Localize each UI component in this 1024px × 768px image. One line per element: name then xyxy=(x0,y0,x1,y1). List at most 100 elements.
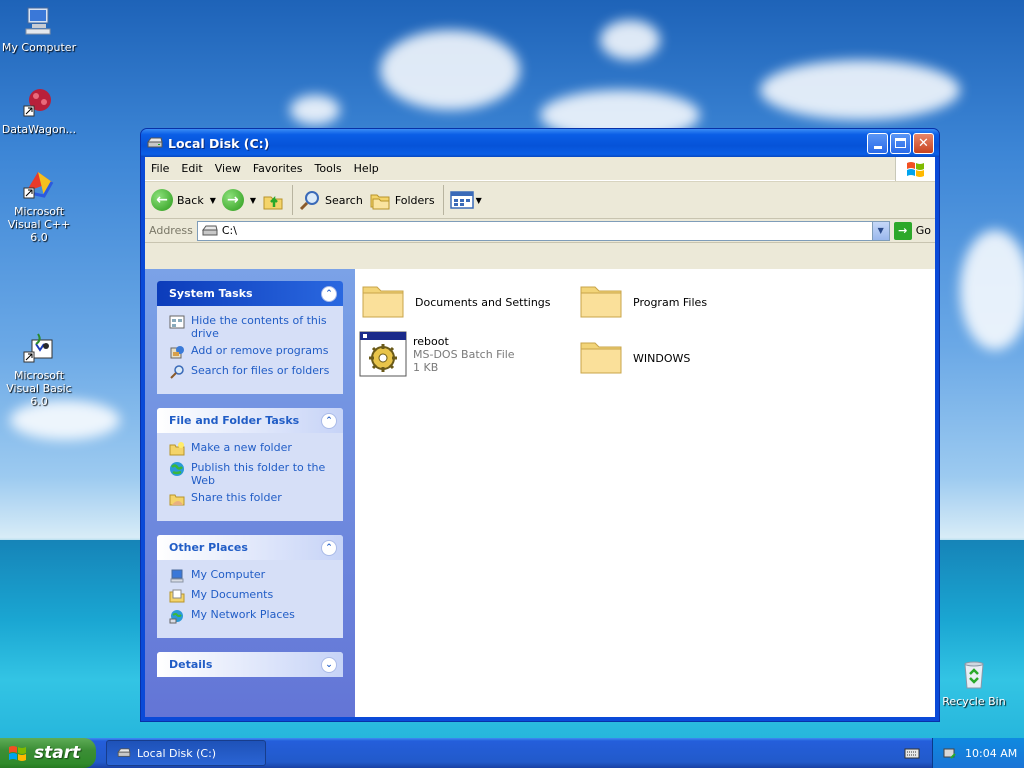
folder-icon xyxy=(361,279,409,325)
panel-title: System Tasks xyxy=(169,287,253,300)
go-label: Go xyxy=(915,224,931,237)
address-dropdown-button[interactable]: ▼ xyxy=(871,221,889,240)
title-bar[interactable]: Local Disk (C:) ✕ xyxy=(141,129,939,157)
search-button[interactable]: Search xyxy=(299,189,363,211)
new-folder-icon xyxy=(169,442,185,456)
other-places-panel: Other Places ⌃ My Computer My Documents xyxy=(157,535,343,638)
clock[interactable]: 10:04 AM xyxy=(965,747,1017,760)
chevron-down-icon[interactable]: ▼ xyxy=(476,196,482,205)
forward-button[interactable]: → ▼ xyxy=(221,189,256,211)
windows-flag-icon xyxy=(9,746,26,761)
collapse-icon[interactable]: ⌃ xyxy=(321,285,337,302)
panel-title: File and Folder Tasks xyxy=(169,414,300,427)
window-title: Local Disk (C:) xyxy=(168,135,270,151)
views-button[interactable]: ▼ xyxy=(449,190,482,210)
desktop-icon-recycle-bin[interactable]: Recycle Bin xyxy=(935,658,1013,708)
chevron-down-icon: ▼ xyxy=(877,226,884,235)
recycle-bin-icon xyxy=(957,658,991,692)
datawagon-icon xyxy=(22,86,56,120)
toolbar: ← Back ▼ → ▼ Search Folders ▼ xyxy=(145,181,935,219)
address-input[interactable]: C:\ ▼ xyxy=(196,220,890,241)
file-item-program-files[interactable]: Program Files xyxy=(579,279,707,325)
search-icon xyxy=(299,191,320,211)
place-my-documents[interactable]: My Documents xyxy=(169,588,335,604)
task-label: Add or remove programs xyxy=(191,344,329,357)
add-remove-programs-icon xyxy=(170,346,184,359)
keyboard-icon[interactable] xyxy=(904,746,920,760)
system-tasks-header[interactable]: System Tasks ⌃ xyxy=(157,281,343,306)
expand-icon[interactable]: ⌄ xyxy=(321,656,337,673)
task-search-files[interactable]: Search for files or folders xyxy=(169,364,335,380)
file-folder-tasks-header[interactable]: File and Folder Tasks ⌃ xyxy=(157,408,343,433)
other-places-header[interactable]: Other Places ⌃ xyxy=(157,535,343,560)
drive-icon xyxy=(117,748,131,757)
taskbar-button-label: Local Disk (C:) xyxy=(137,746,217,760)
windows-logo-icon xyxy=(895,157,935,181)
folder-up-icon xyxy=(263,195,283,210)
close-button[interactable]: ✕ xyxy=(913,132,934,154)
explorer-window: Local Disk (C:) ✕ File Edit View Favorit… xyxy=(140,128,940,722)
menu-file[interactable]: File xyxy=(145,162,175,175)
task-label: Publish this folder to the Web xyxy=(191,461,326,487)
desktop-icon-my-computer[interactable]: My Computer xyxy=(0,4,78,54)
file-item-documents-and-settings[interactable]: Documents and Settings xyxy=(361,279,551,325)
computer-icon xyxy=(22,4,56,38)
collapse-icon[interactable]: ⌃ xyxy=(321,412,337,429)
file-list: Documents and Settings Program Files reb… xyxy=(355,269,935,717)
chevron-down-icon[interactable]: ▼ xyxy=(250,196,256,205)
desktop-icon-label: Microsoft Visual C++ 6.0 xyxy=(7,205,71,244)
start-label: start xyxy=(34,743,81,763)
maximize-button[interactable] xyxy=(890,132,911,154)
visual-cpp-icon xyxy=(22,168,56,202)
task-add-remove-programs[interactable]: Add or remove programs xyxy=(169,344,335,360)
address-label: Address xyxy=(149,224,193,237)
hide-contents-icon xyxy=(169,315,185,329)
system-tasks-panel: System Tasks ⌃ Hide the contents of this… xyxy=(157,281,343,394)
file-item-windows[interactable]: WINDOWS xyxy=(579,335,690,381)
panel-title: Details xyxy=(169,658,213,671)
folders-button[interactable]: Folders xyxy=(369,189,435,211)
go-button[interactable]: → Go xyxy=(893,221,931,240)
globe-icon xyxy=(170,462,184,476)
menu-edit[interactable]: Edit xyxy=(175,162,208,175)
file-item-reboot[interactable]: reboot MS-DOS Batch File 1 KB xyxy=(359,331,515,377)
place-my-network-places[interactable]: My Network Places xyxy=(169,608,335,624)
file-name: Program Files xyxy=(633,295,708,309)
task-hide-contents[interactable]: Hide the contents of this drive xyxy=(169,314,335,340)
collapse-icon[interactable]: ⌃ xyxy=(321,539,337,556)
panel-title: Other Places xyxy=(169,541,248,554)
minimize-button[interactable] xyxy=(867,132,888,154)
taskbar-button-local-disk[interactable]: Local Disk (C:) xyxy=(106,740,266,766)
desktop-icon-visual-basic[interactable]: Microsoft Visual Basic 6.0 xyxy=(0,332,78,408)
task-new-folder[interactable]: Make a new folder xyxy=(169,441,335,457)
folder-icon xyxy=(579,279,627,325)
place-my-computer[interactable]: My Computer xyxy=(169,568,335,584)
task-publish-web[interactable]: Publish this folder to the Web xyxy=(169,461,335,487)
menu-view[interactable]: View xyxy=(209,162,247,175)
task-share-folder[interactable]: Share this folder xyxy=(169,491,335,507)
task-label: Share this folder xyxy=(191,491,282,504)
menu-tools[interactable]: Tools xyxy=(309,162,348,175)
forward-arrow-icon: → xyxy=(221,189,244,211)
desktop-icon-visual-cpp[interactable]: Microsoft Visual C++ 6.0 xyxy=(0,168,78,244)
address-bar: Address C:\ ▼ → Go xyxy=(145,219,935,243)
search-label: Search xyxy=(325,193,363,207)
desktop-icon-label: DataWagon... xyxy=(1,123,77,136)
task-label: My Network Places xyxy=(191,608,295,621)
back-label: Back xyxy=(177,193,204,207)
menu-favorites[interactable]: Favorites xyxy=(247,162,309,175)
desktop-icon-label: Microsoft Visual Basic 6.0 xyxy=(6,369,72,408)
back-button[interactable]: ← Back ▼ xyxy=(151,189,216,211)
menu-help[interactable]: Help xyxy=(348,162,385,175)
file-name: reboot xyxy=(413,334,449,348)
chevron-down-icon[interactable]: ▼ xyxy=(210,196,216,205)
file-name: WINDOWS xyxy=(633,351,691,365)
up-button[interactable] xyxy=(262,189,284,211)
details-header[interactable]: Details ⌄ xyxy=(157,652,343,677)
safely-remove-hardware-icon[interactable] xyxy=(943,746,957,760)
toolbar-separator xyxy=(292,185,294,215)
start-button[interactable]: start xyxy=(0,738,96,768)
desktop-icon-datawagon[interactable]: DataWagon... xyxy=(0,86,78,136)
file-folder-tasks-panel: File and Folder Tasks ⌃ Make a new folde… xyxy=(157,408,343,521)
file-type: MS-DOS Batch File xyxy=(413,347,515,361)
